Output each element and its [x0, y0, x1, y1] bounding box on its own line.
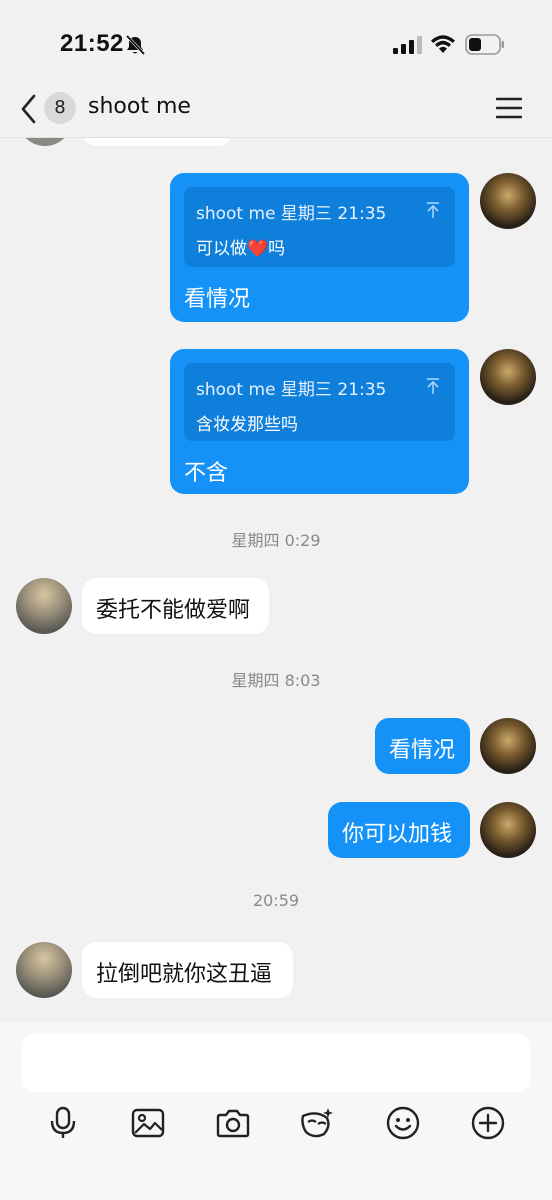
avatar-me[interactable]	[480, 173, 536, 229]
status-time: 21:52	[60, 30, 124, 57]
avatar-other[interactable]	[16, 942, 72, 998]
message-text: 看情况	[389, 738, 456, 763]
quote-meta: shoot me 星期三 21:35	[196, 380, 387, 400]
jump-to-top-icon[interactable]	[425, 377, 441, 395]
add-icon[interactable]	[471, 1106, 505, 1140]
sent-message[interactable]: 你可以加钱	[328, 802, 470, 858]
message-text: 委托不能做爱啊	[96, 598, 251, 623]
avatar-other[interactable]	[16, 578, 72, 634]
message-text: 你可以加钱	[342, 822, 453, 847]
jump-to-top-icon[interactable]	[425, 201, 441, 219]
input-area	[0, 1022, 552, 1200]
status-bar: 21:52	[0, 0, 552, 80]
menu-icon[interactable]	[496, 97, 522, 119]
image-icon[interactable]	[131, 1106, 165, 1140]
quote-meta: shoot me 星期三 21:35	[196, 204, 387, 224]
quoted-message[interactable]: shoot me 星期三 21:35 含妆发那些吗	[184, 363, 455, 441]
signal-icon	[393, 36, 422, 54]
bell-off-icon	[125, 34, 146, 56]
message-text: 不含	[184, 461, 229, 486]
battery-icon	[465, 34, 504, 55]
message-input[interactable]	[22, 1034, 530, 1092]
avatar-me[interactable]	[480, 349, 536, 405]
microphone-icon[interactable]	[46, 1106, 80, 1140]
timestamp: 星期四 0:29	[231, 531, 321, 550]
received-message[interactable]: 委托不能做爱啊	[82, 578, 269, 634]
avatar-me[interactable]	[480, 718, 536, 774]
quote-text: 可以做❤️吗	[196, 239, 286, 259]
unread-count-badge[interactable]: 8	[44, 92, 76, 124]
avatar-me[interactable]	[480, 802, 536, 858]
message-text: 拉倒吧就你这丑逼	[96, 962, 273, 987]
camera-icon[interactable]	[216, 1106, 250, 1140]
quoted-message[interactable]: shoot me 星期三 21:35 可以做❤️吗	[184, 187, 455, 267]
sent-message[interactable]: 看情况	[375, 718, 470, 774]
message-text: 看情况	[184, 287, 251, 312]
back-chevron-icon[interactable]	[18, 92, 40, 126]
timestamp: 20:59	[252, 891, 300, 910]
chat-title: shoot me	[88, 94, 191, 119]
sticker-icon[interactable]	[300, 1106, 334, 1140]
sent-quote-message[interactable]: shoot me 星期三 21:35 含妆发那些吗 不含	[170, 349, 469, 494]
quote-text: 含妆发那些吗	[196, 415, 298, 435]
timestamp: 星期四 8:03	[231, 671, 321, 690]
sent-quote-message[interactable]: shoot me 星期三 21:35 可以做❤️吗 看情况	[170, 173, 469, 322]
emoji-icon[interactable]	[386, 1106, 420, 1140]
received-message[interactable]: 拉倒吧就你这丑逼	[82, 942, 293, 998]
wifi-icon	[431, 35, 455, 53]
chat-header: 8 shoot me	[0, 80, 552, 138]
